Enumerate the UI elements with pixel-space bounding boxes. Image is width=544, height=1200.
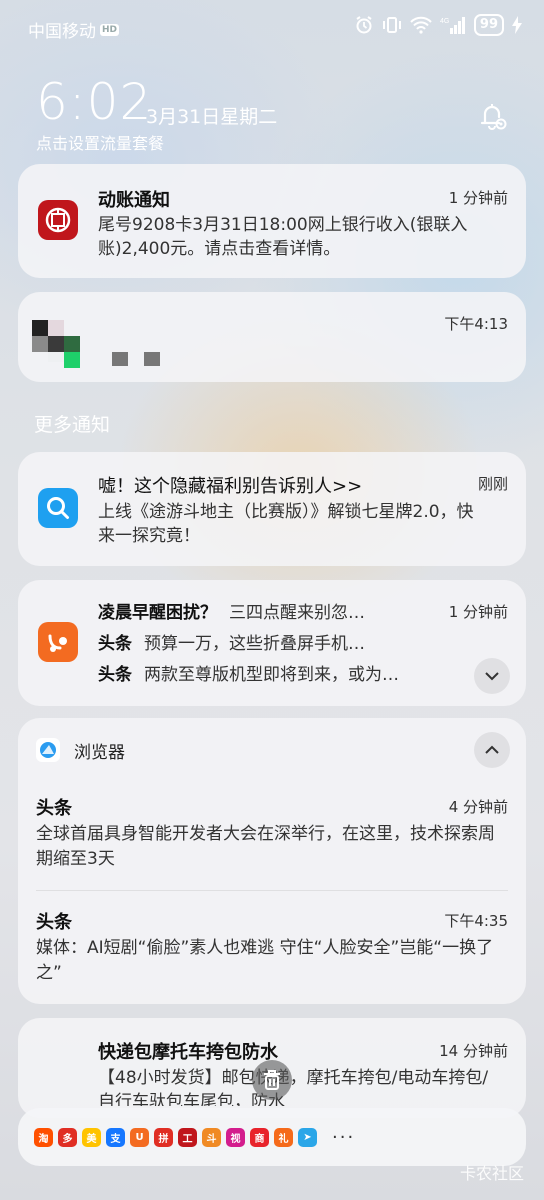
notification-time: 14 分钟前	[439, 1042, 508, 1060]
list-item[interactable]: 凌晨早醒困扰？ 三四点醒来别忽…	[98, 598, 438, 629]
entry-time: 4 分钟前	[448, 798, 508, 816]
alipay-icon[interactable]: 支	[106, 1127, 125, 1147]
row-text: 三四点醒来别忽…	[229, 603, 365, 623]
grouped-rows: 凌晨早醒困扰？ 三四点醒来别忽… 头条 预算一万，这些折叠屏手机… 头条 两款至尊版机…	[98, 598, 438, 691]
notification-card-game-promo[interactable]: 嘘！这个隐藏福利别告诉别人>> 刚刚 上线《途游斗地主（比赛版）》解锁七星牌2.…	[18, 452, 526, 566]
bell-settings-icon	[480, 104, 507, 130]
collapsed-notification-icons[interactable]: 淘 多 美 支 U 拼 工 斗 视 商 礼 ➤ ···	[18, 1108, 526, 1166]
bank-icon[interactable]: 工	[178, 1127, 197, 1147]
row-label: 头条	[98, 634, 132, 654]
notification-card-bank[interactable]: 动账通知 1 分钟前 尾号9208卡3月31日18:00网上银行收入(银联入账)…	[18, 164, 526, 278]
entry-time: 下午4:35	[444, 912, 508, 930]
pinduoduo-icon[interactable]: 多	[58, 1127, 77, 1147]
lockscreen-clock: 6:02	[36, 73, 153, 131]
network-type: 4G	[440, 18, 449, 25]
notification-body: 上线《途游斗地主（比赛版）》解锁七星牌2.0，快来一探究竟！	[98, 502, 474, 546]
send-icon[interactable]: ➤	[298, 1127, 317, 1147]
entry-title: 头条	[36, 912, 72, 933]
status-bar: 中国移动 HD 4G 99	[0, 0, 544, 56]
battery-indicator: 99	[473, 14, 504, 36]
wifi-icon	[410, 16, 432, 34]
notification-time: 1 分钟前	[448, 603, 508, 621]
lockscreen-date: 3月31日星期二	[146, 106, 278, 128]
notification-body: 尾号9208卡3月31日18:00网上银行收入(银联入账)2,400元。请点击查…	[98, 215, 468, 259]
game-icon[interactable]: 斗	[202, 1127, 221, 1147]
more-icons-button[interactable]: ···	[332, 1127, 355, 1148]
more-notifications-label: 更多通知	[34, 414, 111, 436]
notification-body: 【48小时发货】邮包快递，摩托车挎包/电动车挎包/自行车驮包车尾包，防水	[98, 1068, 489, 1106]
notification-time: 刚刚	[477, 475, 508, 493]
notification-group-uc[interactable]: 1 分钟前 凌晨早醒困扰？ 三四点醒来别忽… 头条 预算一万，这些折叠屏手机… 头条…	[18, 580, 526, 706]
uc-icon[interactable]: U	[130, 1127, 149, 1147]
row-text: 两款至尊版机型即将到来，或为…	[144, 665, 399, 685]
vibrate-icon	[382, 17, 401, 33]
carrier-name: 中国移动	[28, 22, 96, 42]
alarm-icon	[356, 16, 372, 34]
collapse-button[interactable]	[474, 732, 510, 768]
list-item[interactable]: 头条 4 分钟前 全球首届具身智能开发者大会在深举行，在这里，技术探索周期缩至3…	[18, 784, 526, 890]
gift-icon[interactable]: 礼	[274, 1127, 293, 1147]
entry-body: 全球首届具身智能开发者大会在深举行，在这里，技术探索周期缩至3天	[36, 824, 495, 869]
carrier: 中国移动 HD	[28, 17, 120, 42]
entry-body: 媒体：AI短剧“偷脸”素人也难逃 守住“人脸安全”岂能“一换了之”	[36, 938, 494, 983]
notification-title: 嘘！这个隐藏福利别告诉别人>>	[98, 476, 363, 497]
watermark: 卡农社区	[459, 1164, 524, 1183]
chevron-up-icon	[485, 745, 499, 754]
charging-icon	[512, 16, 522, 34]
chevron-down-icon	[485, 672, 499, 681]
list-item[interactable]: 头条 下午4:35 媒体：AI短剧“偷脸”素人也难逃 守住“人脸安全”岂能“一换…	[18, 898, 526, 998]
entry-title: 头条	[36, 798, 72, 819]
status-icons: 4G 99	[354, 14, 522, 36]
notification-title: 快递包摩托车挎包防水	[98, 1042, 278, 1063]
notification-title: 动账通知	[98, 190, 170, 211]
meituan-icon[interactable]: 美	[82, 1127, 101, 1147]
notification-group-browser[interactable]: 浏览器 头条 4 分钟前 全球首届具身智能开发者大会在深举行，在这里，技术探索周…	[18, 718, 526, 1004]
icbc-bank-icon	[38, 200, 78, 240]
expand-button[interactable]	[474, 658, 510, 694]
search-app-icon	[38, 488, 78, 528]
row-text: 预算一万，这些折叠屏手机…	[144, 634, 365, 654]
video-icon[interactable]: 视	[226, 1127, 245, 1147]
taobao-icon[interactable]: 淘	[34, 1127, 53, 1147]
data-plan-link[interactable]: 点击设置流量套餐	[36, 130, 164, 154]
browser-icon	[36, 738, 60, 762]
notification-settings-button[interactable]	[474, 98, 510, 134]
clear-all-button[interactable]	[252, 1060, 292, 1100]
list-item[interactable]: 头条 预算一万，这些折叠屏手机…	[98, 629, 438, 660]
app-name: 浏览器	[74, 743, 125, 763]
uc-browser-icon	[38, 622, 78, 662]
notification-time: 1 分钟前	[448, 189, 508, 207]
row-label: 头条	[98, 665, 132, 685]
trash-icon	[264, 1070, 280, 1090]
signal-icon: 4G	[440, 17, 465, 34]
notification-card-hidden[interactable]: 下午4:13	[18, 292, 526, 382]
notification-time: 下午4:13	[444, 315, 508, 333]
row-label: 凌晨早醒困扰？	[98, 603, 217, 623]
list-item[interactable]: 头条 两款至尊版机型即将到来，或为…	[98, 660, 438, 691]
pdd2-icon[interactable]: 拼	[154, 1127, 173, 1147]
mall-icon[interactable]: 商	[250, 1127, 269, 1147]
hd-badge: HD	[100, 23, 120, 36]
divider	[36, 890, 508, 891]
